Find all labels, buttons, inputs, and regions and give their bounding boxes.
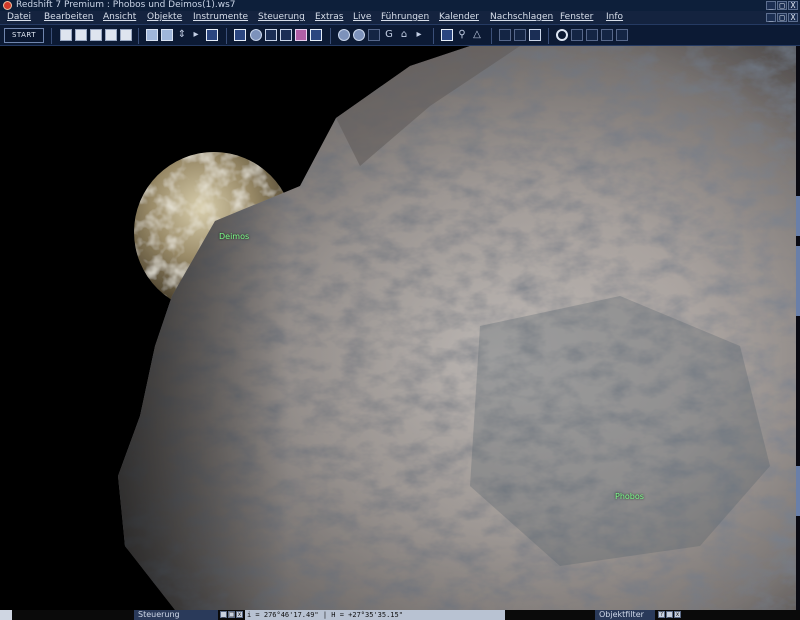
menu-extras[interactable]: Extras — [315, 11, 343, 24]
page-icon[interactable] — [616, 29, 628, 41]
menu-datei[interactable]: Datei — [7, 11, 31, 24]
start-button[interactable]: START — [4, 28, 44, 43]
toolbar-separator — [51, 28, 52, 44]
triangle-icon[interactable]: △ — [471, 29, 483, 41]
menu-ansicht[interactable]: Ansicht — [103, 11, 136, 24]
link-icon[interactable] — [499, 29, 511, 41]
toolbar: START ⇕ ▸ G ⌂ ▸ ⚲ △ — [0, 24, 800, 46]
new-document-icon[interactable] — [60, 29, 72, 41]
export-icon[interactable] — [120, 29, 132, 41]
objektfilter-panel-tab[interactable]: Objektfilter — [595, 610, 655, 620]
deimos-label[interactable]: Deimos — [219, 232, 249, 241]
doc-icon[interactable] — [571, 29, 583, 41]
menu-steuerung[interactable]: Steuerung — [258, 11, 305, 24]
zoom-box-icon[interactable] — [310, 29, 322, 41]
rotate-icon[interactable] — [353, 29, 365, 41]
toolbar-separator — [330, 28, 331, 44]
window-title: Redshift 7 Premium : Phobos und Deimos(1… — [16, 0, 236, 10]
filter-minimize-button[interactable]: _ — [666, 611, 673, 618]
earth-icon[interactable] — [338, 29, 350, 41]
menu-fuehrungen[interactable]: Führungen — [381, 11, 429, 24]
g-icon[interactable]: G — [383, 29, 395, 41]
record-icon[interactable] — [556, 29, 568, 41]
playback-icon[interactable]: ▸ — [190, 29, 202, 41]
window-icon[interactable] — [161, 29, 173, 41]
right-edge-tab[interactable] — [796, 196, 800, 236]
menu-bar: Datei Bearbeiten Ansicht Objekte Instrum… — [0, 11, 800, 24]
filter-close-button[interactable]: x — [674, 611, 681, 618]
toolbar-separator — [433, 28, 434, 44]
h-icon[interactable] — [601, 29, 613, 41]
minimize-button[interactable]: _ — [766, 1, 776, 10]
target-icon[interactable] — [368, 29, 380, 41]
app-icon[interactable] — [3, 1, 12, 10]
bottom-bar: Steuerung _ □ x i = 276°46'17.49" | H = … — [0, 610, 800, 620]
toolbar-separator — [226, 28, 227, 44]
maximize-button[interactable]: □ — [777, 1, 787, 10]
bottom-left-stub — [0, 610, 12, 620]
panel-restore-button[interactable]: □ — [228, 611, 235, 618]
print-icon[interactable] — [105, 29, 117, 41]
menu-live[interactable]: Live — [353, 11, 371, 24]
menu-objekte[interactable]: Objekte — [147, 11, 182, 24]
toolbar-separator — [548, 28, 549, 44]
mdi-close-button[interactable]: X — [788, 13, 798, 22]
planetarium-view[interactable]: Deimos Phobos — [0, 46, 800, 610]
menu-nachschlagen[interactable]: Nachschlagen — [490, 11, 553, 24]
fullscreen-icon[interactable]: ⇕ — [176, 29, 188, 41]
focus-icon[interactable] — [441, 29, 453, 41]
mdi-controls: _ □ X — [766, 12, 798, 22]
window-grid-icon[interactable] — [234, 29, 246, 41]
panel-icon[interactable] — [265, 29, 277, 41]
menu-instrumente[interactable]: Instrumente — [193, 11, 248, 24]
monitor-icon[interactable] — [146, 29, 158, 41]
open-folder-icon[interactable] — [75, 29, 87, 41]
image-icon[interactable] — [529, 29, 541, 41]
toolbar-separator — [491, 28, 492, 44]
flag-icon[interactable]: ▸ — [413, 29, 425, 41]
right-edge-panel — [796, 46, 800, 610]
toolbar-separator — [138, 28, 139, 44]
coordinates-readout: i = 276°46'17.49" | H = +27°35'35.15" — [245, 610, 505, 620]
grid-icon[interactable] — [514, 29, 526, 41]
right-edge-tab[interactable] — [796, 466, 800, 516]
menu-bearbeiten[interactable]: Bearbeiten — [44, 11, 93, 24]
panel-icon[interactable] — [280, 29, 292, 41]
title-bar: Redshift 7 Premium : Phobos und Deimos(1… — [0, 0, 800, 11]
right-edge-tab[interactable] — [796, 246, 800, 316]
screen-icon[interactable] — [206, 29, 218, 41]
filter-help-button[interactable]: ? — [658, 611, 665, 618]
back-icon[interactable] — [586, 29, 598, 41]
close-button[interactable]: X — [788, 1, 798, 10]
phobos-label[interactable]: Phobos — [615, 492, 644, 501]
panel-close-button[interactable]: x — [236, 611, 243, 618]
mdi-minimize-button[interactable]: _ — [766, 13, 776, 22]
menu-info[interactable]: Info — [606, 11, 623, 24]
save-icon[interactable] — [90, 29, 102, 41]
scene-render — [118, 46, 800, 610]
magnify-icon[interactable]: ⚲ — [456, 29, 468, 41]
steuerung-panel-tab[interactable]: Steuerung — [134, 610, 218, 620]
mdi-restore-button[interactable]: □ — [777, 13, 787, 22]
panel-minimize-button[interactable]: _ — [220, 611, 227, 618]
menu-kalender[interactable]: Kalender — [439, 11, 479, 24]
home-icon[interactable]: ⌂ — [398, 29, 410, 41]
menu-fenster[interactable]: Fenster — [560, 11, 593, 24]
globe-icon[interactable] — [250, 29, 262, 41]
window-controls: _ □ X — [766, 0, 798, 10]
pink-panel-icon[interactable] — [295, 29, 307, 41]
